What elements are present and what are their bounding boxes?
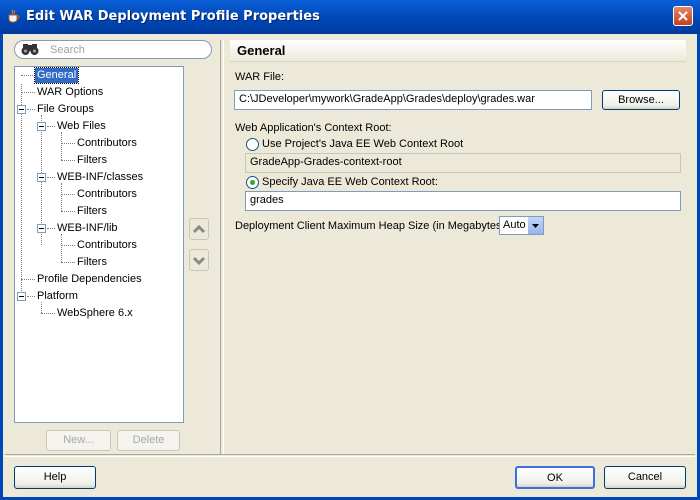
tree-item-webinf-classes-contributors[interactable]: Contributors [77,187,137,202]
tree-line [47,126,55,128]
collapse-icon[interactable] [37,173,46,182]
tree-item-webinf-lib-filters[interactable]: Filters [77,255,107,270]
splitter[interactable] [220,40,224,454]
coffee-cup-icon [8,9,20,23]
tree-line [61,262,75,264]
collapse-icon[interactable] [17,292,26,301]
tree-line [21,84,23,299]
tree-line [21,279,35,281]
war-file-field[interactable]: C:\JDeveloper\mywork\GradeApp\Grades\dep… [234,90,592,110]
close-icon [678,11,688,21]
browse-button-label: Browse... [618,94,664,106]
tree-item-websphere[interactable]: WebSphere 6.x [57,306,133,321]
new-button-label: New... [63,434,94,446]
delete-button[interactable]: Delete [117,430,180,451]
panel-title: General [237,43,286,58]
tree-item-webinf-lib[interactable]: WEB-INF/lib [57,221,118,236]
tree-line [61,160,75,162]
chevron-down-icon [192,256,206,266]
dropdown-arrow [528,217,543,234]
tree-item-web-files-contributors[interactable]: Contributors [77,136,137,151]
ok-button-label: OK [547,472,563,484]
heap-size-label: Deployment Client Maximum Heap Size (in … [235,220,509,232]
delete-button-label: Delete [132,434,165,446]
tree-line [21,75,35,77]
tree-item-webinf-classes[interactable]: WEB-INF/classes [57,170,143,185]
collapse-icon[interactable] [17,105,26,114]
tree-item-platform[interactable]: Platform [37,289,78,304]
tree-line [21,92,35,94]
radio-specify-root-label: Specify Java EE Web Context Root: [262,176,438,188]
ok-button[interactable]: OK [515,466,595,489]
specify-context-root-field[interactable]: grades [245,191,681,211]
help-button[interactable]: Help [14,466,96,489]
tree-item-web-files-filters[interactable]: Filters [77,153,107,168]
tree-line [41,313,55,315]
war-file-label: WAR File: [235,71,285,83]
move-up-button[interactable] [189,218,209,240]
tree-line [27,296,35,298]
heap-size-value: Auto [503,219,526,231]
cancel-button-label: Cancel [627,471,663,483]
tree-line [61,132,63,160]
navigation-tree[interactable]: General WAR Options File Groups Web File… [14,66,184,423]
heap-size-select[interactable]: Auto [499,216,544,235]
tree-line [61,194,75,196]
tree-line [61,234,63,262]
tree-item-general[interactable]: General [33,67,80,84]
tree-line [61,143,75,145]
tree-item-web-files[interactable]: Web Files [57,119,106,134]
search-input[interactable]: Search [14,40,212,59]
tree-line [27,109,35,111]
search-placeholder: Search [50,44,85,56]
tree-item-webinf-lib-contributors[interactable]: Contributors [77,238,137,253]
footer-separator [5,454,695,457]
binoculars-icon [21,44,39,55]
help-button-label: Help [43,471,67,483]
radio-specify-root[interactable] [246,176,259,189]
tree-line [47,177,55,179]
tree-item-webinf-classes-filters[interactable]: Filters [77,204,107,219]
project-context-root-field: GradeApp-Grades-context-root [245,153,681,173]
radio-use-project-root[interactable] [246,138,259,151]
tree-item-file-groups[interactable]: File Groups [37,102,94,117]
tree-item-war-options[interactable]: WAR Options [37,85,103,100]
window-title: Edit WAR Deployment Profile Properties [26,9,320,24]
chevron-up-icon [192,224,206,234]
tree-item-profile-dependencies[interactable]: Profile Dependencies [37,272,142,287]
chevron-down-icon [532,224,539,228]
new-button[interactable]: New... [46,430,111,451]
browse-button[interactable]: Browse... [602,90,680,110]
tree-line [61,211,75,213]
collapse-icon[interactable] [37,122,46,131]
close-button[interactable] [673,6,693,26]
collapse-icon[interactable] [37,224,46,233]
panel-header: General [230,40,686,62]
radio-use-project-root-label: Use Project's Java EE Web Context Root [262,138,464,150]
context-root-label: Web Application's Context Root: [235,122,392,134]
title-bar: Edit WAR Deployment Profile Properties [0,0,700,34]
tree-line [61,245,75,247]
tree-line [47,228,55,230]
cancel-button[interactable]: Cancel [604,466,686,489]
move-down-button[interactable] [189,249,209,271]
tree-line [61,183,63,211]
